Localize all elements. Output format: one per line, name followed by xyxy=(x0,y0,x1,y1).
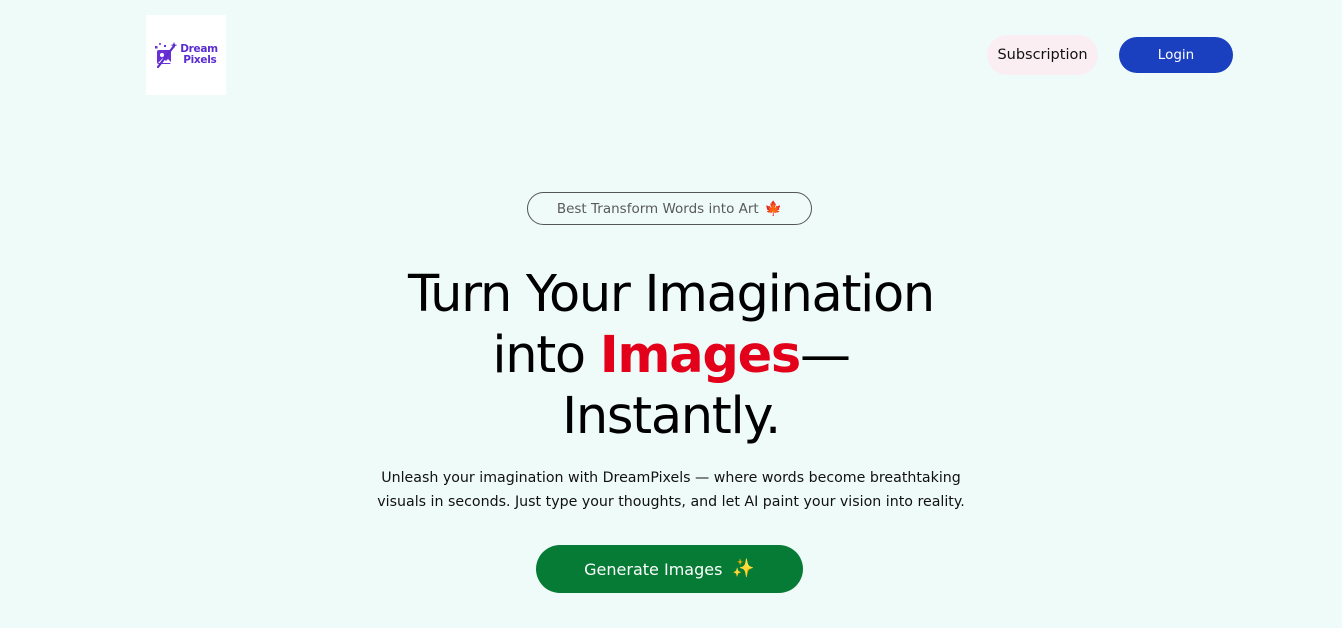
site-header: Dream Pixels Subscription Login xyxy=(0,0,1342,110)
login-button[interactable]: Login xyxy=(1119,37,1233,73)
logo[interactable]: Dream Pixels xyxy=(146,15,226,95)
generate-images-label: Generate Images xyxy=(584,559,723,579)
sparkles-icon: ✨ xyxy=(732,558,755,579)
maple-leaf-icon: 🍁 xyxy=(764,200,783,217)
hero-title: Turn Your Imagination into Images— Insta… xyxy=(271,264,1071,447)
hero-title-dash: — xyxy=(799,326,851,385)
logo-text-pixels: Pixels xyxy=(183,54,217,66)
badge-text: Best Transform Words into Art xyxy=(556,200,759,217)
logo-wordmark: Dream Pixels xyxy=(180,44,218,66)
hero-title-into: into xyxy=(492,326,600,385)
hero-subtitle: Unleash your imagination with DreamPixel… xyxy=(371,466,971,514)
generate-images-button[interactable]: Generate Images ✨ xyxy=(536,545,803,593)
hero-title-line3: Instantly. xyxy=(562,387,781,446)
hero-title-line1: Turn Your Imagination xyxy=(408,265,935,324)
logo-content: Dream Pixels xyxy=(154,40,218,70)
hero-subtitle-line1: Unleash your imagination with DreamPixel… xyxy=(381,470,961,486)
feature-badge: Best Transform Words into Art 🍁 xyxy=(527,192,812,225)
subscription-button[interactable]: Subscription xyxy=(987,35,1098,75)
magic-wand-image-icon xyxy=(155,42,178,69)
hero-subtitle-line2: visuals in seconds. Just type your thoug… xyxy=(377,494,965,510)
hero-title-highlight: Images xyxy=(599,326,801,385)
